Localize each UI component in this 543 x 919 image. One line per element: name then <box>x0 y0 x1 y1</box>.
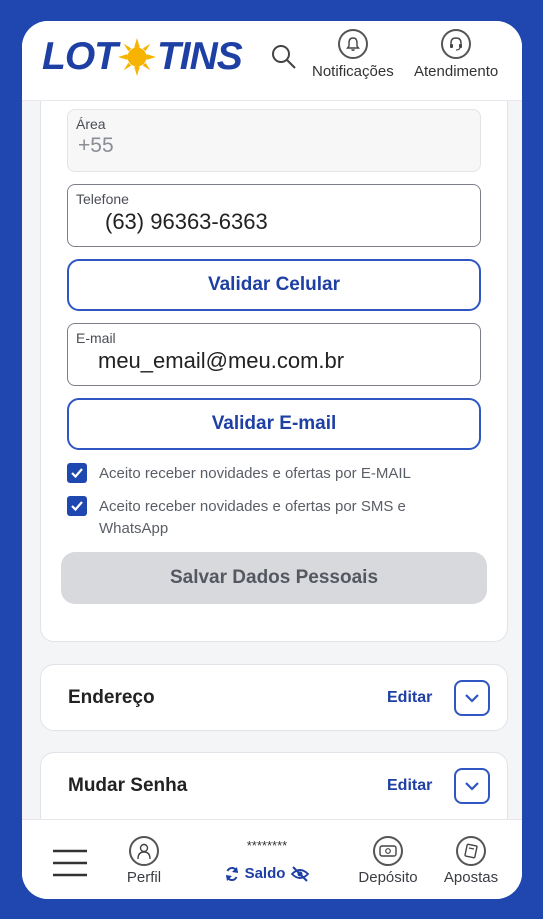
save-personal-data-button[interactable]: Salvar Dados Pessoais <box>61 552 487 604</box>
app-header: LOT TINS Notificações Atendimento <box>22 21 522 101</box>
search-icon[interactable] <box>270 43 298 71</box>
lototins-logo[interactable]: LOT TINS <box>42 35 243 79</box>
nav-balance[interactable]: ******** Saldo <box>212 838 322 882</box>
bets-label: Apostas <box>443 869 499 886</box>
main-content[interactable]: Área +55 Telefone (63) 96363-6363 Valida… <box>22 101 522 819</box>
nav-bets[interactable]: Apostas <box>438 836 504 886</box>
deposit-label: Depósito <box>358 869 418 886</box>
chevron-down-icon[interactable] <box>454 680 490 716</box>
support-button[interactable]: Atendimento <box>414 29 498 80</box>
user-icon <box>129 836 159 866</box>
change-password-edit-link[interactable]: Editar <box>387 777 432 795</box>
change-password-title: Mudar Senha <box>68 775 188 796</box>
headset-icon <box>441 29 472 59</box>
refresh-icon[interactable] <box>224 866 240 882</box>
bell-icon <box>337 29 368 59</box>
profile-label: Perfil <box>126 869 162 886</box>
email-field[interactable]: E-mail meu_email@meu.com.br <box>67 323 481 386</box>
logo-text-left: LOT <box>42 35 118 78</box>
area-label: Área <box>76 116 106 132</box>
notifications-button[interactable]: Notificações <box>312 29 394 80</box>
nav-profile[interactable]: Perfil <box>120 836 168 886</box>
address-section[interactable]: Endereço Editar <box>40 664 508 731</box>
logo-text-right: TINS <box>156 35 243 78</box>
phone-value: (63) 96363-6363 <box>105 209 268 234</box>
ticket-icon <box>456 836 486 866</box>
opt-sms-label: Aceito receber novidades e ofertas por S… <box>99 498 406 537</box>
phone-frame: LOT TINS Notificações Atendimento Área +… <box>22 21 522 899</box>
bottom-nav: Perfil ******** Saldo Depósito Apostas <box>22 819 522 899</box>
address-title: Endereço <box>68 687 155 708</box>
balance-masked: ******** <box>246 838 288 853</box>
validate-phone-button[interactable]: Validar Celular <box>67 259 481 311</box>
personal-data-card: Área +55 Telefone (63) 96363-6363 Valida… <box>40 101 508 642</box>
change-password-section[interactable]: Mudar Senha Editar <box>40 752 508 819</box>
opt-email-label: Aceito receber novidades e ofertas por E… <box>99 465 411 482</box>
opt-email-checkbox[interactable]: Aceito receber novidades e ofertas por E… <box>67 463 439 485</box>
eye-off-icon[interactable] <box>290 865 310 882</box>
cash-icon <box>373 836 403 866</box>
phone-label: Telefone <box>76 191 129 207</box>
area-value: +55 <box>78 134 114 157</box>
sun-icon <box>117 38 156 76</box>
notifications-label: Notificações <box>312 63 394 80</box>
phone-field[interactable]: Telefone (63) 96363-6363 <box>67 184 481 247</box>
checkbox-checked-icon[interactable] <box>67 496 87 516</box>
chevron-down-icon[interactable] <box>454 768 490 804</box>
address-edit-link[interactable]: Editar <box>387 689 432 707</box>
checkbox-checked-icon[interactable] <box>67 463 87 483</box>
opt-sms-checkbox[interactable]: Aceito receber novidades e ofertas por S… <box>67 496 439 540</box>
menu-icon[interactable] <box>52 849 88 877</box>
email-label: E-mail <box>76 330 116 346</box>
email-value: meu_email@meu.com.br <box>98 348 345 373</box>
balance-label: Saldo <box>244 865 286 882</box>
support-label: Atendimento <box>414 63 499 80</box>
area-field: Área +55 <box>67 109 481 172</box>
nav-deposit[interactable]: Depósito <box>352 836 424 886</box>
validate-email-button[interactable]: Validar E-mail <box>67 398 481 450</box>
